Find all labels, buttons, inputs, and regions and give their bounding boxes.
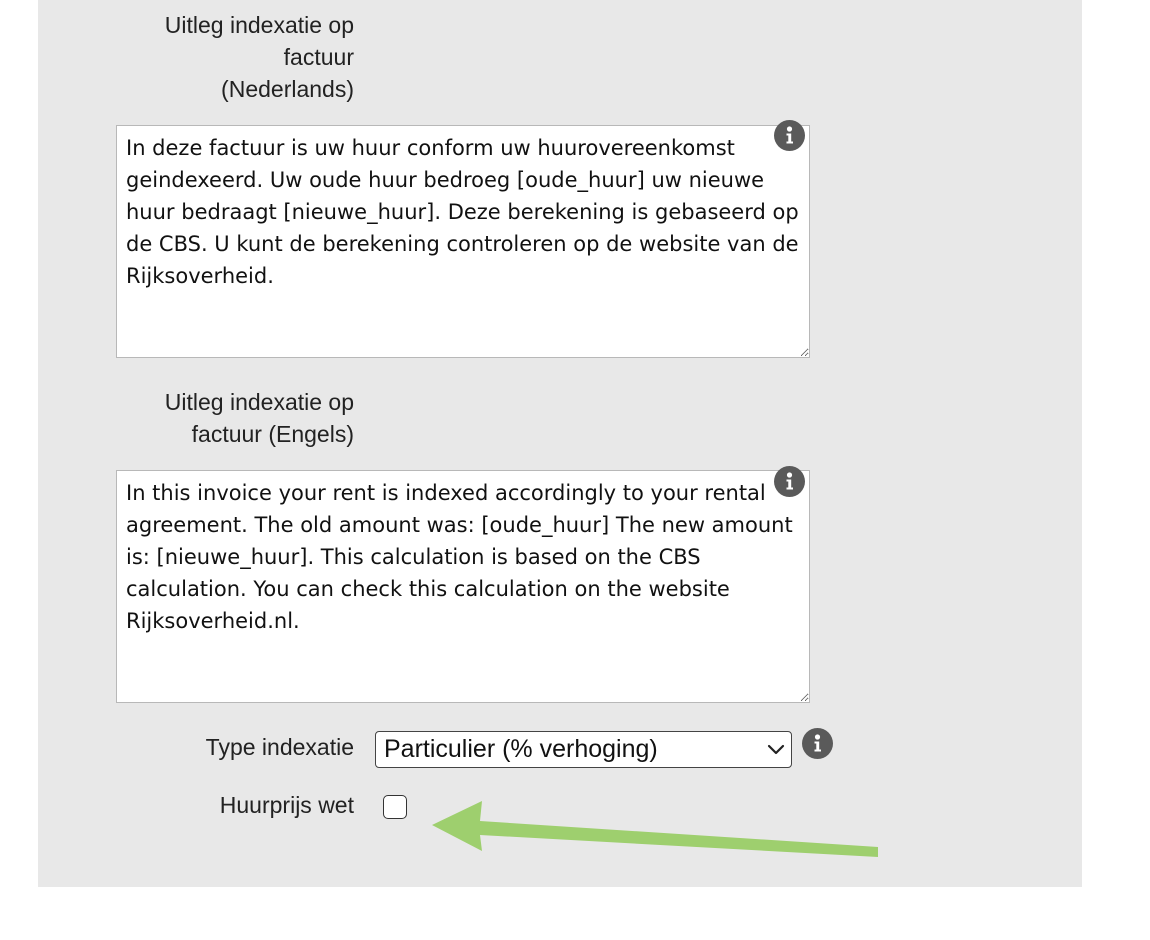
en-explanation-textarea[interactable]: In this invoice your rent is indexed acc…: [116, 470, 810, 703]
info-icon[interactable]: [774, 466, 805, 497]
rent-law-checkbox[interactable]: [383, 795, 407, 819]
arrow-left-annotation-icon: [432, 801, 878, 857]
info-glyph-icon: [786, 472, 793, 490]
chevron-down-icon: [761, 732, 791, 767]
rent-law-label: Huurprijs wet: [219, 792, 354, 818]
nl-explanation-label: Uitleg indexatie op factuur (Nederlands): [164, 12, 354, 102]
info-glyph-icon: [786, 126, 793, 144]
nl-explanation-field-wrapper: In deze factuur is uw huur conform uw hu…: [116, 125, 810, 358]
nl-explanation-textarea[interactable]: In deze factuur is uw huur conform uw hu…: [116, 125, 810, 358]
en-explanation-field-wrapper: In this invoice your rent is indexed acc…: [116, 470, 810, 703]
info-icon[interactable]: [774, 120, 805, 151]
type-indexation-selected-value: Particulier (% verhoging): [384, 735, 658, 763]
type-indexation-label: Type indexatie: [205, 734, 354, 760]
info-glyph-icon: [814, 734, 821, 752]
info-icon[interactable]: [802, 728, 833, 759]
en-explanation-label: Uitleg indexatie op factuur (Engels): [164, 389, 354, 447]
type-indexation-select[interactable]: Particulier (% verhoging): [375, 731, 792, 768]
